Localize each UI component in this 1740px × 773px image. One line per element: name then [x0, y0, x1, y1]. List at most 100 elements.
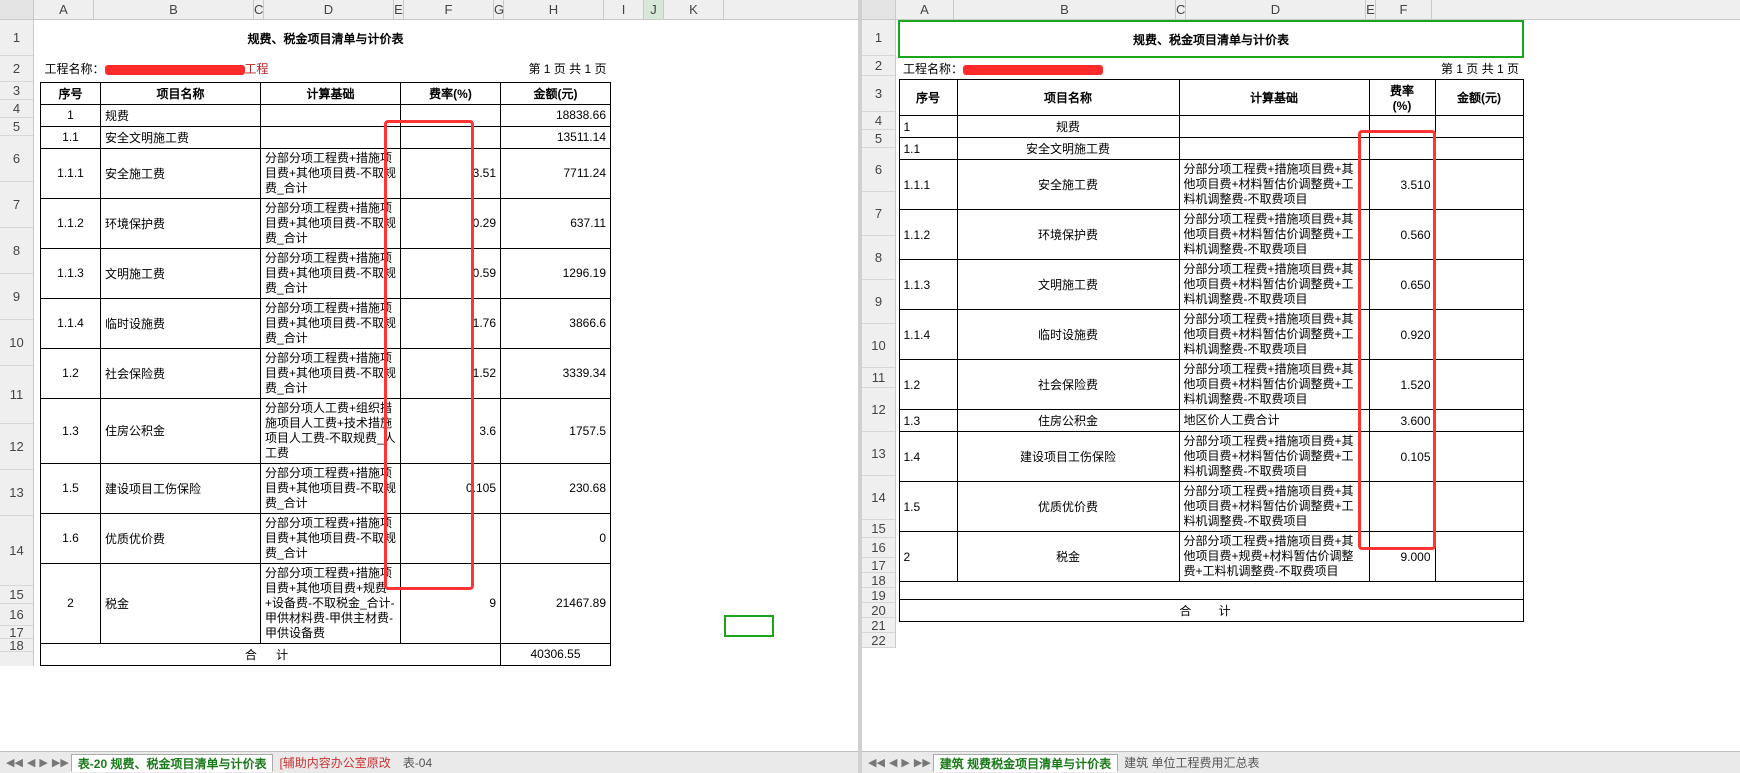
- right-grid[interactable]: ABCDEF 123456789101112131415161718192021…: [862, 0, 1740, 751]
- table-row[interactable]: 1.1.4临时设施费分部分项工程费+措施项目费+其他项目费-不取规费_合计1.7…: [41, 298, 611, 348]
- row-header[interactable]: 5: [0, 118, 33, 136]
- sheet-tab-active-left[interactable]: 表-20 规费、税金项目清单与计价表: [71, 754, 274, 772]
- cell-rate: 9: [401, 563, 501, 643]
- table-row[interactable]: 1规费: [899, 116, 1523, 138]
- row-header[interactable]: 15: [862, 520, 895, 538]
- table-row[interactable]: 1.1安全文明施工费: [899, 138, 1523, 160]
- row-header[interactable]: 18: [862, 573, 895, 588]
- table-row[interactable]: 1.3住房公积金分部分项人工费+组织措施项目人工费+技术措施项目人工费-不取规费…: [41, 398, 611, 463]
- tab-prev-icon[interactable]: ◀: [25, 756, 37, 769]
- row-header[interactable]: 13: [0, 470, 33, 516]
- col-header[interactable]: B: [954, 0, 1176, 19]
- table-row[interactable]: 2税金分部分项工程费+措施项目费+其他项目费+规费+设备费-不取税金_合计-甲供…: [41, 563, 611, 643]
- col-header[interactable]: E: [1366, 0, 1376, 19]
- tab-next-icon[interactable]: ▶: [37, 756, 49, 769]
- select-all-corner[interactable]: [0, 0, 34, 19]
- row-header[interactable]: 6: [862, 148, 895, 192]
- sheet-tab-active-right[interactable]: 建筑 规费税金项目清单与计价表: [933, 754, 1118, 772]
- col-header[interactable]: A: [34, 0, 94, 19]
- row-header[interactable]: 4: [0, 100, 33, 118]
- table-row[interactable]: 1.1.4临时设施费分部分项工程费+措施项目费+其他项目费+材料暂估价调整费+工…: [899, 310, 1523, 360]
- row-header[interactable]: 22: [862, 633, 895, 648]
- table-row[interactable]: 1.1.2环境保护费分部分项工程费+措施项目费+其他项目费+材料暂估价调整费+工…: [899, 210, 1523, 260]
- table-row[interactable]: 1.1.2环境保护费分部分项工程费+措施项目费+其他项目费-不取规费_合计0.2…: [41, 198, 611, 248]
- col-header[interactable]: E: [394, 0, 404, 19]
- col-header[interactable]: F: [1376, 0, 1432, 19]
- col-header[interactable]: D: [1186, 0, 1366, 19]
- sheet-tab-3-left[interactable]: 表-04: [397, 754, 438, 772]
- row-header[interactable]: 8: [862, 236, 895, 280]
- col-header[interactable]: I: [604, 0, 644, 19]
- row-header[interactable]: 4: [862, 112, 895, 130]
- table-row[interactable]: 1.1.1安全施工费分部分项工程费+措施项目费+其他项目费-不取规费_合计3.5…: [41, 148, 611, 198]
- row-header[interactable]: 18: [0, 639, 33, 652]
- left-cells[interactable]: 规费、税金项目清单与计价表工程名称：工程第 1 页 共 1 页序号项目名称计算基…: [34, 20, 858, 666]
- row-header[interactable]: 11: [862, 368, 895, 388]
- col-header[interactable]: B: [94, 0, 254, 19]
- col-header[interactable]: D: [264, 0, 394, 19]
- row-header[interactable]: 15: [0, 586, 33, 604]
- row-header[interactable]: 3: [862, 76, 895, 112]
- col-header[interactable]: G: [494, 0, 504, 19]
- sheet-tab-next-left[interactable]: [辅助内容办公室原改: [273, 754, 396, 772]
- table-row[interactable]: 1.1安全文明施工费13511.14: [41, 126, 611, 148]
- row-header[interactable]: 8: [0, 228, 33, 274]
- tab-next-icon-r[interactable]: ▶: [899, 756, 911, 769]
- row-header[interactable]: 2: [862, 56, 895, 76]
- col-header[interactable]: C: [1176, 0, 1186, 19]
- table-row[interactable]: 1规费18838.66: [41, 104, 611, 126]
- sheet-tab-next-right[interactable]: 建筑 单位工程费用汇总表: [1118, 754, 1265, 772]
- tab-last-icon-r[interactable]: ▶▶: [912, 756, 933, 769]
- table-row[interactable]: 1.4建设项目工伤保险分部分项工程费+措施项目费+其他项目费+材料暂估价调整费+…: [899, 432, 1523, 482]
- row-header[interactable]: 1: [862, 20, 895, 56]
- row-header[interactable]: 5: [862, 130, 895, 148]
- tab-last-icon[interactable]: ▶▶: [50, 756, 71, 769]
- row-header[interactable]: 3: [0, 82, 33, 100]
- select-all-corner-right[interactable]: [862, 0, 896, 19]
- row-header[interactable]: 9: [0, 274, 33, 320]
- row-header[interactable]: 13: [862, 432, 895, 476]
- col-header[interactable]: A: [896, 0, 954, 19]
- table-row[interactable]: 1.1.3文明施工费分部分项工程费+措施项目费+其他项目费-不取规费_合计0.5…: [41, 248, 611, 298]
- col-header[interactable]: F: [404, 0, 494, 19]
- redacted-project-name: [963, 65, 1103, 75]
- row-header[interactable]: 19: [862, 588, 895, 603]
- col-header[interactable]: H: [504, 0, 604, 19]
- total-label: 合 计: [899, 600, 1523, 622]
- row-header[interactable]: 10: [0, 320, 33, 366]
- table-row[interactable]: 1.1.3文明施工费分部分项工程费+措施项目费+其他项目费+材料暂估价调整费+工…: [899, 260, 1523, 310]
- col-header[interactable]: K: [664, 0, 724, 19]
- row-header[interactable]: 6: [0, 136, 33, 182]
- left-grid[interactable]: ABCDEFGHIJK 123456789101112131415161718 …: [0, 0, 858, 751]
- right-cells[interactable]: 规费、税金项目清单与计价表工程名称：第 1 页 共 1 页序号项目名称计算基础费…: [896, 20, 1740, 648]
- row-header[interactable]: 10: [862, 324, 895, 368]
- row-header[interactable]: 7: [0, 182, 33, 228]
- tab-first-icon[interactable]: ◀◀: [4, 756, 25, 769]
- row-header[interactable]: 9: [862, 280, 895, 324]
- table-row[interactable]: 1.2社会保险费分部分项工程费+措施项目费+其他项目费+材料暂估价调整费+工料机…: [899, 360, 1523, 410]
- row-header[interactable]: 20: [862, 603, 895, 618]
- table-row[interactable]: 1.3住房公积金地区价人工费合计3.600: [899, 410, 1523, 432]
- row-header[interactable]: 14: [862, 476, 895, 520]
- row-header[interactable]: 16: [862, 538, 895, 558]
- row-header[interactable]: 11: [0, 366, 33, 424]
- col-header[interactable]: J: [644, 0, 664, 19]
- row-header[interactable]: 17: [862, 558, 895, 573]
- table-row[interactable]: 2税金分部分项工程费+措施项目费+其他项目费+规费+材料暂估价调整费+工料机调整…: [899, 532, 1523, 582]
- col-header[interactable]: C: [254, 0, 264, 19]
- table-row[interactable]: 1.5优质优价费分部分项工程费+措施项目费+其他项目费+材料暂估价调整费+工料机…: [899, 482, 1523, 532]
- table-row[interactable]: 1.5建设项目工伤保险分部分项工程费+措施项目费+其他项目费-不取规费_合计0.…: [41, 463, 611, 513]
- row-header[interactable]: 2: [0, 56, 33, 82]
- row-header[interactable]: 7: [862, 192, 895, 236]
- tab-first-icon-r[interactable]: ◀◀: [866, 756, 887, 769]
- table-row[interactable]: 1.6优质优价费分部分项工程费+措施项目费+其他项目费-不取规费_合计0: [41, 513, 611, 563]
- row-header[interactable]: 1: [0, 20, 33, 56]
- tab-prev-icon-r[interactable]: ◀: [887, 756, 899, 769]
- row-header[interactable]: 12: [0, 424, 33, 470]
- row-header[interactable]: 16: [0, 604, 33, 626]
- table-row[interactable]: 1.2社会保险费分部分项工程费+措施项目费+其他项目费-不取规费_合计1.523…: [41, 348, 611, 398]
- row-header[interactable]: 21: [862, 618, 895, 633]
- table-row[interactable]: 1.1.1安全施工费分部分项工程费+措施项目费+其他项目费+材料暂估价调整费+工…: [899, 160, 1523, 210]
- row-header[interactable]: 14: [0, 516, 33, 586]
- row-header[interactable]: 12: [862, 388, 895, 432]
